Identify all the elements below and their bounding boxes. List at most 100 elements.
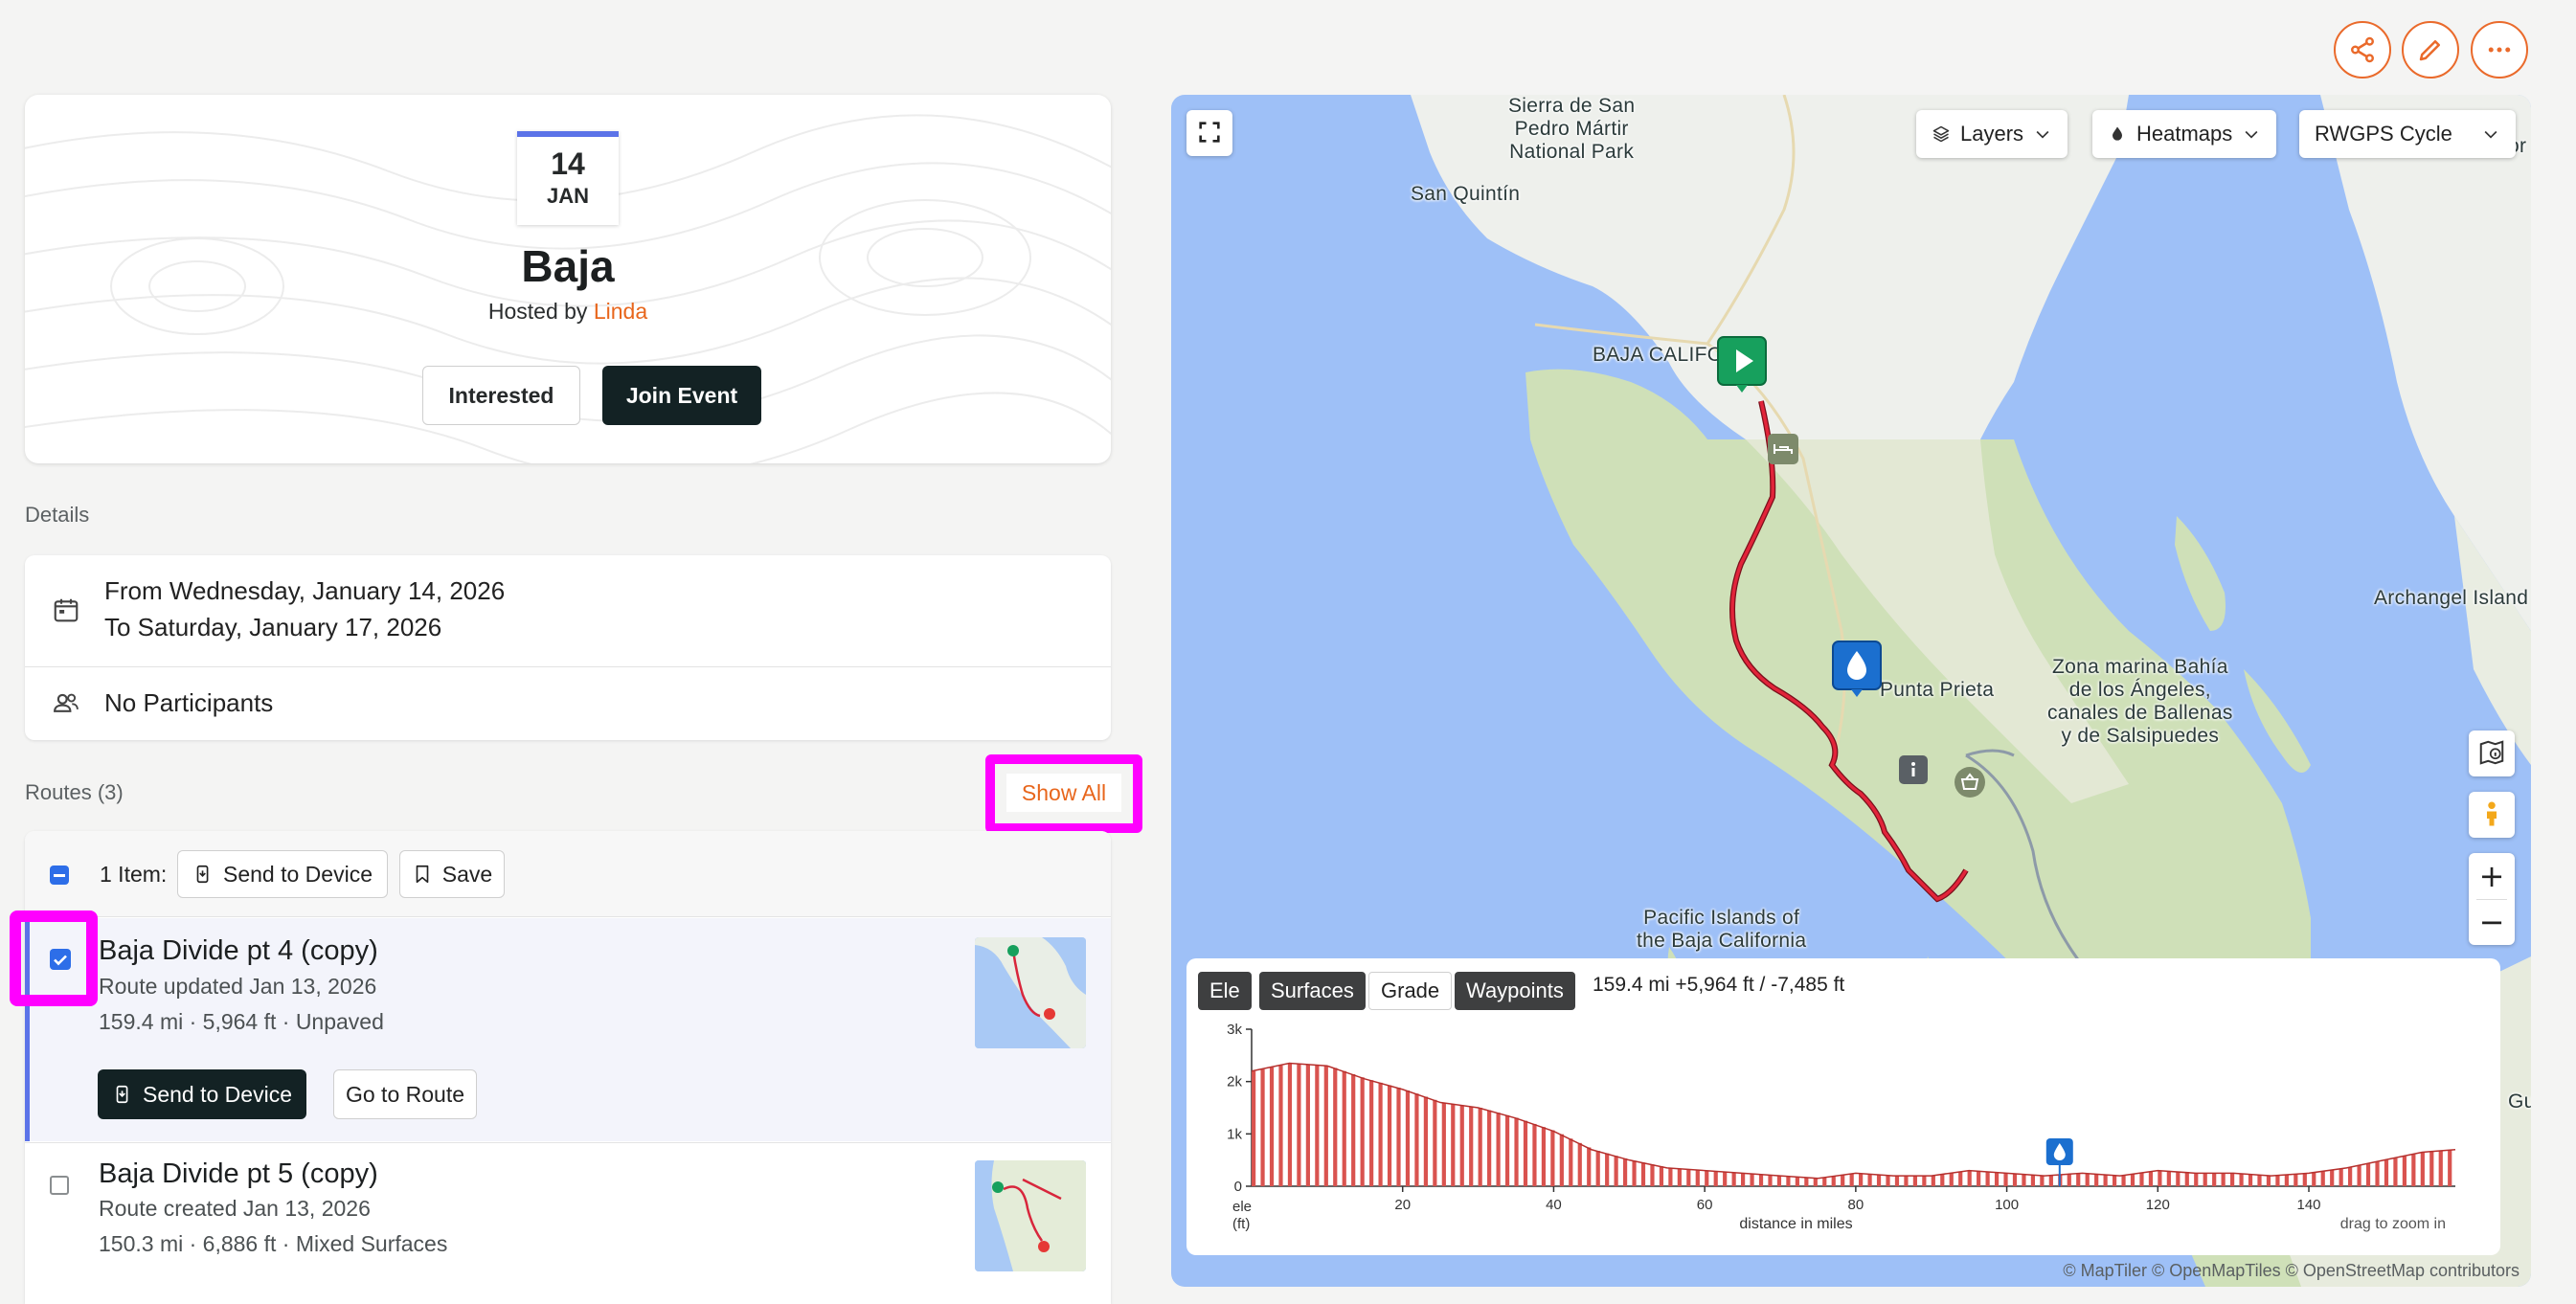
elevation-bar [1559, 1134, 1564, 1186]
tab-ele[interactable]: Ele [1198, 972, 1252, 1010]
elevation-bar [1315, 1065, 1320, 1186]
elevation-bar [1640, 1162, 1646, 1186]
elevation-chart[interactable]: 3k 2k 1k 0 20 40 60 80 100 120 140 ele(ft) distance … [1186, 1016, 2500, 1255]
elevation-bar [1297, 1064, 1301, 1186]
elevation-bar [1414, 1093, 1419, 1186]
y-axis-unit: (ft) [1232, 1216, 1250, 1232]
elevation-bar [2103, 1174, 2108, 1186]
elevation-bar [1387, 1085, 1392, 1186]
elevation-bar [2312, 1172, 2316, 1186]
elevation-bar [2420, 1152, 2425, 1186]
map-legend-button[interactable] [2469, 731, 2515, 776]
elevation-bar [2411, 1154, 2416, 1186]
elevation-bar [1949, 1173, 1954, 1186]
elevation-bar [1487, 1110, 1492, 1186]
info-poi[interactable] [1899, 755, 1928, 784]
route-thumbnail[interactable] [975, 937, 1086, 1048]
route-map[interactable]: Sierra de San Pedro Mártir National Park S… [1171, 95, 2531, 1287]
bookmark-icon [416, 865, 429, 884]
elevation-bar [2030, 1175, 2036, 1186]
host-link[interactable]: Linda [594, 299, 647, 324]
route-item[interactable]: Baja Divide pt 5 (copy) Route created Ja… [25, 1142, 1111, 1304]
layers-dropdown[interactable]: Layers [1916, 110, 2068, 158]
route-title[interactable]: Baja Divide pt 4 (copy) [99, 935, 378, 967]
zoom-in-button[interactable]: + [2469, 853, 2515, 899]
send-to-device-button[interactable]: Send to Device [98, 1069, 306, 1119]
event-date-badge: 14 JAN [517, 131, 619, 225]
x-tick-label: 60 [1697, 1197, 1713, 1213]
route-updated: Route updated Jan 13, 2026 [99, 974, 377, 999]
elevation-bar [2339, 1168, 2343, 1186]
elevation-bar [2003, 1173, 2008, 1186]
elevation-bar [1831, 1176, 1836, 1186]
water-drop-icon [1832, 641, 1882, 697]
tab-waypoints[interactable]: Waypoints [1455, 972, 1575, 1010]
tab-grade[interactable]: Grade [1368, 972, 1453, 1010]
show-all-button[interactable]: Show All [1006, 774, 1121, 812]
tab-surfaces[interactable]: Surfaces [1259, 972, 1366, 1010]
select-all-checkbox[interactable] [50, 866, 69, 885]
start-marker[interactable] [1717, 336, 1767, 393]
elevation-bar [2184, 1172, 2189, 1186]
join-event-button[interactable]: Join Event [602, 366, 761, 425]
fullscreen-button[interactable] [1186, 110, 1232, 156]
elevation-bar [1550, 1130, 1555, 1186]
selection-count: 1 Item: [100, 862, 168, 887]
layers-icon [1932, 125, 1950, 143]
heatmaps-dropdown[interactable]: Heatmaps [2092, 110, 2277, 158]
elevation-bar [2121, 1175, 2126, 1186]
elevation-bar [2048, 1175, 2053, 1186]
event-day: 14 [551, 146, 585, 181]
elevation-bar [1768, 1175, 1773, 1186]
routes-selection-bar: 1 Item: Send to Device Save [25, 831, 1111, 917]
pegman-icon [2487, 801, 2497, 825]
route-item[interactable]: Baja Divide pt 4 (copy) Route updated Ja… [25, 918, 1111, 1141]
elevation-bar [1804, 1177, 1809, 1186]
go-to-route-button[interactable]: Go to Route [333, 1069, 477, 1119]
map-attribution: © MapTiler © OpenMapTiles © OpenStreetMa… [2063, 1261, 2520, 1280]
street-view-button[interactable] [2469, 792, 2515, 838]
participants-text: No Participants [104, 688, 274, 717]
elevation-bar [1614, 1156, 1618, 1186]
elevation-bar [2094, 1174, 2099, 1186]
route-stats: 159.4 mi · 5,964 ft · Unpaved [99, 1009, 384, 1034]
elevation-bar [1859, 1173, 1864, 1186]
elevation-bar [1813, 1178, 1818, 1186]
bulk-send-to-device-button[interactable]: Send to Device [177, 850, 388, 898]
water-marker[interactable] [1832, 641, 1882, 697]
elevation-bar [1469, 1106, 1474, 1186]
play-icon [1717, 336, 1767, 393]
route-checkbox[interactable] [50, 1176, 69, 1195]
date-to: To Saturday, January 17, 2026 [104, 613, 442, 641]
elevation-bar [2302, 1173, 2307, 1186]
zoom-out-button[interactable]: − [2469, 899, 2515, 945]
elevation-bar [1333, 1068, 1338, 1186]
more-icon [2488, 47, 2511, 53]
elevation-bar [1731, 1172, 1736, 1186]
store-poi[interactable] [1955, 767, 1985, 798]
bulk-save-button[interactable]: Save [399, 850, 505, 898]
y-axis-label: ele [1232, 1199, 1252, 1215]
share-button[interactable] [2334, 21, 2391, 79]
route-thumbnail[interactable] [975, 1160, 1086, 1271]
more-button[interactable] [2471, 21, 2528, 79]
elevation-bar [1577, 1142, 1582, 1186]
route-title[interactable]: Baja Divide pt 5 (copy) [99, 1158, 378, 1190]
elevation-bar [2230, 1173, 2235, 1186]
map-style-dropdown[interactable]: RWGPS Cycle [2299, 110, 2516, 158]
share-icon [2351, 36, 2374, 63]
elevation-bar [1758, 1174, 1764, 1186]
elevation-bar [2438, 1151, 2443, 1186]
elevation-bar [1931, 1176, 1935, 1186]
routes-card: 1 Item: Send to Device Save Baja Divide … [25, 831, 1111, 1304]
elevation-bar [1451, 1104, 1456, 1186]
lodging-poi[interactable] [1768, 434, 1798, 464]
event-title: Baja [521, 241, 615, 291]
bed-icon [1768, 434, 1798, 464]
edit-button[interactable] [2402, 21, 2459, 79]
interested-button[interactable]: Interested [422, 366, 580, 425]
elevation-bar [2067, 1174, 2071, 1186]
calendar-icon [54, 598, 79, 622]
elevation-bar [2375, 1161, 2380, 1186]
x-tick-label: 100 [1995, 1197, 2019, 1213]
